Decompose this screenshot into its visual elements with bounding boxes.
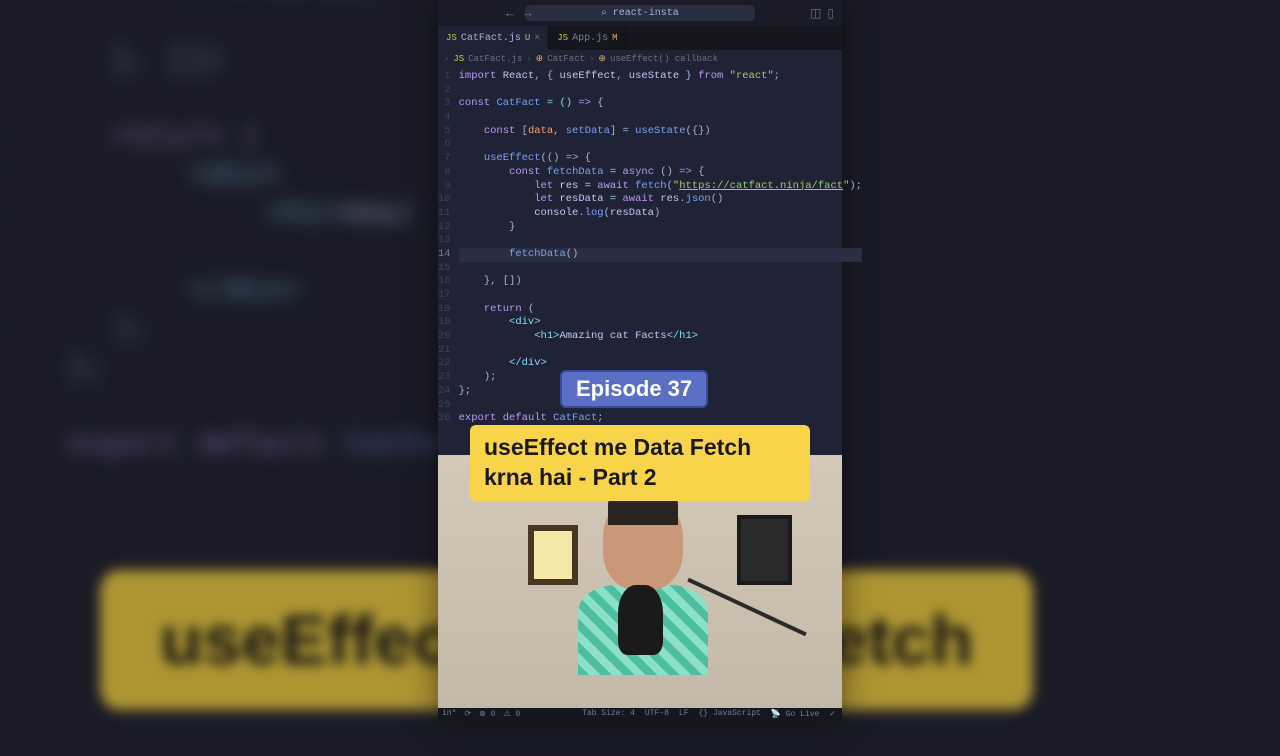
git-status-badge: U	[525, 33, 530, 43]
search-icon: ⌕	[601, 7, 607, 19]
layout-panel-icon[interactable]: ◫	[810, 6, 821, 21]
tab-app[interactable]: JS App.js M	[549, 26, 626, 50]
editor-tabs: JS CatFact.js U × JS App.js M	[438, 26, 842, 50]
warning-count[interactable]: ⚠ 0	[503, 709, 520, 719]
microphone	[618, 585, 663, 655]
wall-frame-decoration	[737, 515, 792, 585]
breadcrumb[interactable]: › JS CatFact.js › ⊕ CatFact › ⊕ useEffec…	[438, 50, 842, 68]
status-bar: in* ⟳ ⊗ 0 ⚠ 0 Tab Size: 4 UTF-8 LF {} Ja…	[438, 708, 842, 720]
error-count[interactable]: ⊗ 0	[479, 709, 495, 719]
episode-badge: Episode 37	[560, 370, 708, 408]
breadcrumb-symbol: useEffect() callback	[610, 54, 718, 64]
sync-icon[interactable]: ⟳	[464, 709, 471, 719]
symbol-icon: ⊕	[598, 54, 606, 64]
nav-forward-icon[interactable]: →	[524, 6, 532, 21]
subtitle-badge: useEffect me Data Fetch krna hai - Part …	[470, 425, 810, 501]
workspace-name: react-insta	[613, 8, 679, 19]
tab-label: CatFact.js	[461, 33, 521, 44]
js-file-icon: JS	[446, 33, 457, 43]
symbol-icon: ⊕	[536, 54, 544, 64]
encoding-status[interactable]: UTF-8	[645, 709, 669, 719]
git-branch-status[interactable]: in*	[442, 709, 456, 719]
tab-catfact[interactable]: JS CatFact.js U ×	[438, 26, 549, 50]
close-icon[interactable]: ×	[534, 33, 540, 44]
titlebar: ← → ⌕ react-insta ◫ ▯	[438, 0, 842, 26]
notifications-icon[interactable]: ✓	[829, 709, 836, 719]
breadcrumb-symbol: CatFact	[547, 54, 585, 64]
breadcrumb-file: CatFact.js	[468, 54, 522, 64]
command-center[interactable]: ⌕ react-insta	[525, 5, 755, 21]
nav-back-icon[interactable]: ←	[506, 6, 514, 21]
tab-size-status[interactable]: Tab Size: 4	[582, 709, 635, 719]
git-status-badge: M	[612, 33, 617, 43]
tab-label: App.js	[572, 33, 608, 44]
language-status[interactable]: {} JavaScript	[699, 709, 761, 719]
wall-frame-decoration	[528, 525, 578, 585]
js-file-icon: JS	[557, 33, 568, 43]
line-gutter: 1234567891011121314151617181920212223242…	[438, 70, 459, 426]
js-file-icon: JS	[453, 54, 464, 64]
go-live-button[interactable]: 📡 Go Live	[771, 709, 819, 719]
eol-status[interactable]: LF	[679, 709, 689, 719]
layout-sidebar-icon[interactable]: ▯	[827, 6, 834, 21]
